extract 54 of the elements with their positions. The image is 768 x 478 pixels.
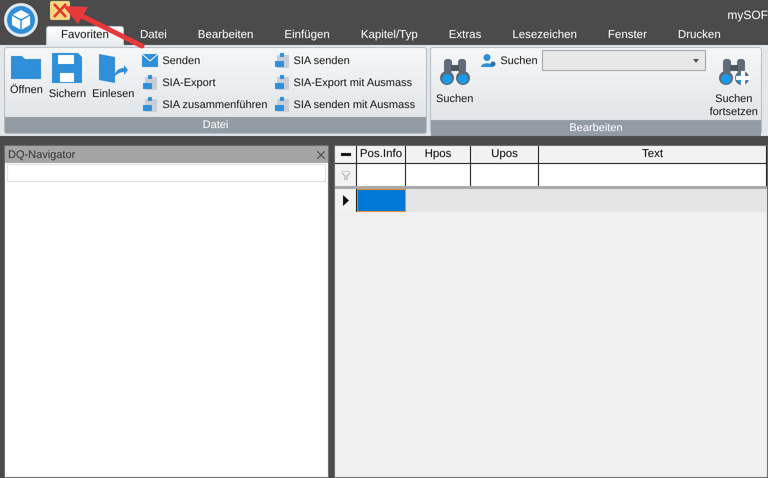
close-icon[interactable] xyxy=(317,150,325,158)
binoculars-icon xyxy=(438,57,471,87)
ribbon-button[interactable]: SIA-Export mit Ausmass xyxy=(274,73,416,92)
filter-cell[interactable] xyxy=(357,164,406,186)
document-icon xyxy=(274,74,290,90)
ribbon-tab[interactable]: Favoriten xyxy=(46,26,124,45)
search-label: Suchen xyxy=(500,54,538,66)
document-icon xyxy=(142,96,158,112)
selected-grid-cell[interactable] xyxy=(357,189,406,212)
ribbon-button[interactable]: Sichern xyxy=(46,51,88,117)
current-row-arrow-icon xyxy=(342,195,348,206)
user-icon xyxy=(481,54,496,67)
document-icon xyxy=(142,74,158,90)
search-combo-field[interactable] xyxy=(542,50,706,71)
filter-cell[interactable] xyxy=(471,164,539,186)
document-arrow-icon xyxy=(97,52,130,84)
ribbon-tab[interactable]: Kapitel/Typ xyxy=(346,26,433,45)
ribbon-button[interactable]: Senden xyxy=(142,51,268,70)
continue-search-button[interactable]: Suchen fortsetzen xyxy=(708,51,760,120)
column-header[interactable]: Text xyxy=(539,146,767,164)
ribbon-tab[interactable]: Lesezeichen xyxy=(497,26,592,45)
panel-title: DQ-Navigator xyxy=(8,148,76,160)
filter-icon xyxy=(342,170,350,180)
ribbon-button[interactable]: Einlesen xyxy=(90,51,136,117)
ribbon-tab[interactable]: Drucken xyxy=(662,26,736,45)
navigator-field[interactable] xyxy=(7,164,326,182)
search-button[interactable]: Suchen xyxy=(434,51,476,120)
ribbon-button[interactable]: SIA-Export xyxy=(142,73,268,92)
column-header[interactable]: Upos xyxy=(471,146,539,164)
group-label: Datei xyxy=(5,117,426,133)
binoculars-plus-icon xyxy=(718,57,750,87)
ribbon-tab[interactable]: Fenster xyxy=(592,26,662,45)
window-title: mySOF xyxy=(727,7,768,22)
group-label: Bearbeiten xyxy=(431,120,761,136)
ribbon-button[interactable]: SIA senden xyxy=(274,51,416,70)
collapse-button[interactable] xyxy=(335,146,357,164)
column-header[interactable]: Hpos xyxy=(406,146,471,164)
close-icon[interactable] xyxy=(50,1,70,20)
document-icon xyxy=(274,52,290,68)
ribbon-button[interactable]: SIA senden mit Ausmass xyxy=(274,95,416,114)
ribbon-tab[interactable]: Datei xyxy=(124,26,182,45)
ribbon-tab[interactable]: Einfügen xyxy=(269,26,345,45)
envelope-icon xyxy=(142,54,158,67)
filter-cell[interactable] xyxy=(539,164,767,186)
document-icon xyxy=(274,96,290,112)
ribbon-tab[interactable]: Bearbeiten xyxy=(182,26,268,45)
ribbon-button[interactable]: Öffnen xyxy=(8,51,45,117)
filter-cell[interactable] xyxy=(406,164,471,186)
column-header[interactable]: Pos.Info xyxy=(357,146,406,164)
minus-icon xyxy=(340,153,350,156)
app-orb-icon[interactable] xyxy=(3,2,39,38)
ribbon-button[interactable]: SIA zusammenführen xyxy=(142,95,268,114)
ribbon-tab[interactable]: Extras xyxy=(434,26,496,45)
dropdown-caret-icon xyxy=(692,58,699,62)
